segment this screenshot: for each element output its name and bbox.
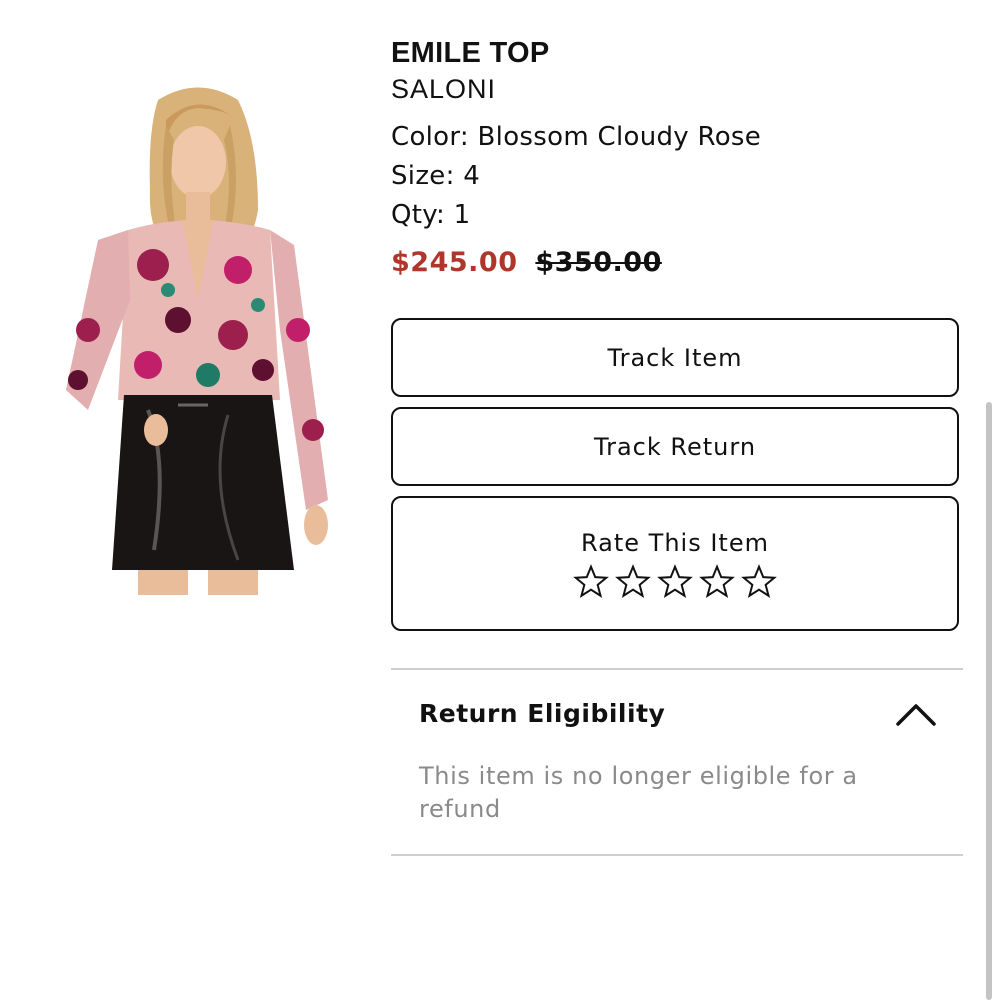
return-eligibility-message: This item is no longer eligible for a re… [419, 762, 858, 823]
product-color: Color: Blossom Cloudy Rose [391, 122, 762, 152]
return-eligibility-title[interactable]: Return Eligibility [419, 699, 665, 728]
star-3-icon[interactable] [657, 563, 693, 600]
product-brand: SALONI [391, 74, 497, 104]
sale-price: $245.00 [391, 247, 518, 278]
product-name: EMILE TOP [391, 37, 550, 69]
chevron-up-icon[interactable] [894, 700, 938, 730]
star-1-icon[interactable] [573, 563, 609, 600]
star-5-icon[interactable] [741, 563, 777, 600]
product-image [58, 80, 338, 595]
order-item-detail-page: EMILE TOP SALONI Color: Blossom Cloudy R… [0, 0, 1000, 1000]
track-item-label: Track Item [607, 343, 743, 372]
section-divider [391, 854, 963, 856]
section-divider [391, 668, 963, 670]
track-item-button[interactable]: Track Item [391, 318, 959, 397]
product-qty: Qty: 1 [391, 200, 471, 230]
product-size: Size: 4 [391, 161, 481, 191]
original-price: $350.00 [535, 247, 662, 278]
rate-item-card: Rate This Item [391, 496, 959, 631]
scrollbar[interactable] [986, 402, 992, 1000]
star-rating [573, 563, 777, 600]
product-info: EMILE TOP SALONI Color: Blossom Cloudy R… [391, 34, 963, 283]
price-row: $245.00 $350.00 [391, 243, 963, 283]
track-return-button[interactable]: Track Return [391, 407, 959, 486]
star-4-icon[interactable] [699, 563, 735, 600]
track-return-label: Track Return [593, 432, 757, 461]
star-2-icon[interactable] [615, 563, 651, 600]
rate-item-label: Rate This Item [581, 528, 769, 557]
